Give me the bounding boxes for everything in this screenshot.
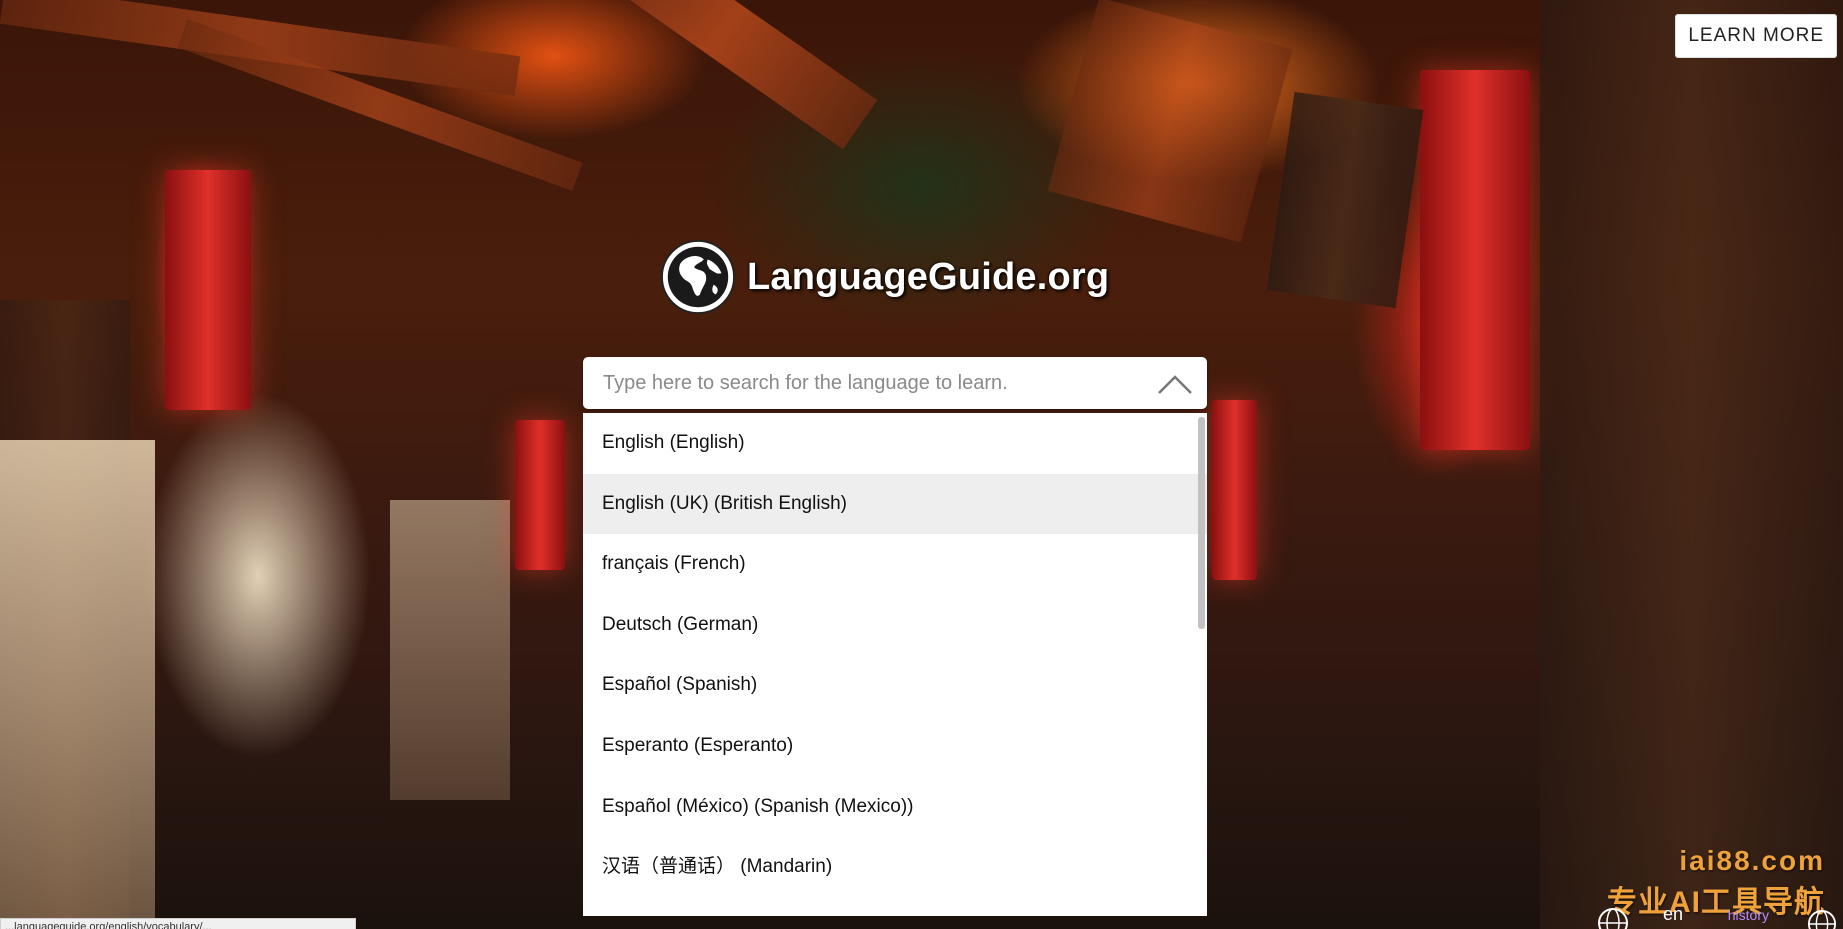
language-option[interactable]: Esperanto (Esperanto) (583, 716, 1207, 777)
globe-icon[interactable] (1807, 909, 1837, 929)
status-text: ...languageguide.org/english/vocabulary/… (5, 921, 212, 929)
dropdown-scrollbar[interactable] (1198, 417, 1205, 629)
search-box (583, 357, 1207, 409)
footer-language-code[interactable]: en (1663, 904, 1683, 925)
chevron-up-icon[interactable] (1157, 369, 1193, 397)
footer-history-link[interactable]: history (1728, 907, 1769, 923)
globe-icon[interactable] (1597, 907, 1629, 929)
watermark-line1: iai88.com (1679, 845, 1825, 876)
language-option[interactable]: Español (Spanish) (583, 655, 1207, 716)
page: LEARN MORE LanguageGuide.org English (En… (0, 0, 1843, 929)
language-dropdown: English (English) English (UK) (British … (583, 413, 1207, 916)
language-option[interactable]: Español (México) (Spanish (Mexico)) (583, 777, 1207, 838)
language-option[interactable]: Deutsch (German) (583, 595, 1207, 656)
language-search: English (English) English (UK) (British … (583, 357, 1207, 916)
status-bar: ...languageguide.org/english/vocabulary/… (0, 918, 356, 929)
search-input[interactable] (583, 357, 1123, 409)
language-option[interactable]: English (UK) (British English) (583, 473, 1207, 535)
language-option[interactable]: français (French) (583, 534, 1207, 595)
watermark: iai88.com 专业AI工具导航 (1607, 845, 1825, 921)
watermark-line2: 专业AI工具导航 (1607, 886, 1825, 919)
logo-text: LanguageGuide.org (747, 255, 1110, 298)
site-logo[interactable]: LanguageGuide.org (659, 238, 1109, 316)
globe-icon (660, 239, 736, 315)
learn-more-button[interactable]: LEARN MORE (1675, 14, 1837, 58)
language-option[interactable]: 汉语（普通话） (Mandarin) (583, 837, 1207, 898)
language-option[interactable]: English (English) (583, 413, 1207, 474)
